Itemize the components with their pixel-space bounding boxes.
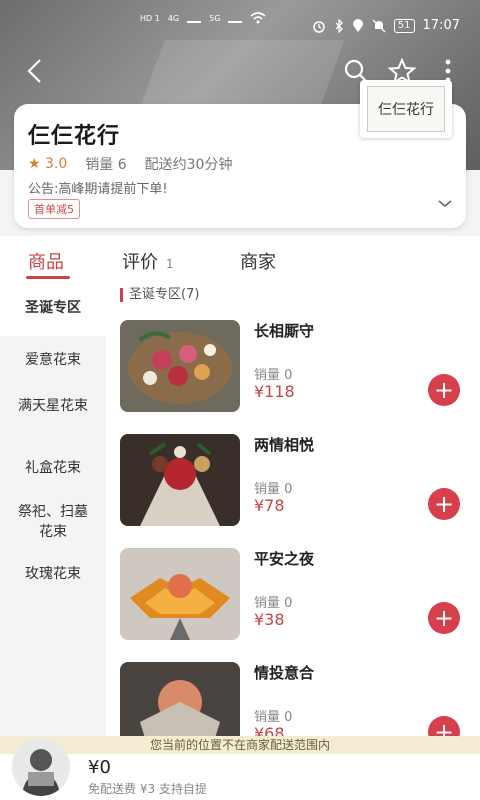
product-image: [120, 320, 240, 412]
back-button[interactable]: [18, 55, 50, 87]
tab-indicator: [26, 276, 70, 279]
location-icon: [352, 18, 363, 32]
product-image: [120, 548, 240, 640]
signal-icon-2: [228, 13, 243, 23]
status-bar: HD 1 4G 5G 51 17:07: [0, 0, 480, 40]
category-sidebar: 圣诞专区 爱意花束 满天星花束 礼盒花束 祭祀、扫墓花束 玫瑰花束: [0, 286, 106, 736]
tab-products-label: 商品: [28, 252, 64, 273]
product-item[interactable]: 两情相悦 销量 0 ¥78 +: [120, 434, 470, 530]
shop-logo: 仨仨花行: [360, 80, 452, 138]
tab-merchant[interactable]: 商家: [240, 248, 276, 274]
delivery-info: 免配送费 ¥3 支持自提: [88, 782, 207, 796]
network-5g: 5G: [209, 13, 221, 23]
chevron-down-icon: [438, 200, 452, 208]
product-sales: 销量 0: [254, 482, 293, 497]
cart-total: ¥0: [88, 757, 111, 778]
shop-name: 仨仨花行: [28, 124, 121, 149]
alarm-icon: [313, 20, 325, 33]
bluetooth-icon: [335, 18, 343, 33]
product-name: 长相厮守: [254, 322, 315, 340]
screen: HD 1 4G 5G 51 17:07 仨仨花行 ★ 3.0 销量 6 配送约3…: [0, 0, 480, 800]
plus-icon: +: [433, 490, 455, 518]
cart-button[interactable]: [12, 738, 70, 796]
tab-reviews[interactable]: 评价 1: [122, 248, 174, 274]
shop-rating: ★ 3.0: [28, 156, 67, 172]
product-sales: 销量 0: [254, 368, 293, 383]
product-price: ¥38: [254, 610, 285, 629]
promo-badge: 首单减5: [28, 199, 80, 219]
sidebar-item-rose[interactable]: 玫瑰花束: [0, 564, 106, 584]
shop-sales: 销量 6: [85, 157, 127, 173]
product-sales: 销量 0: [254, 710, 293, 725]
section-title: 圣诞专区(7): [120, 288, 199, 302]
sidebar-item-gift-box[interactable]: 礼盒花束: [0, 458, 106, 478]
product-image: [120, 434, 240, 526]
network-4g: 4G: [167, 13, 180, 23]
delivery-time: 配送约30分钟: [144, 157, 233, 173]
delivery-range-banner: 您当前的位置不在商家配送范围内: [0, 736, 480, 754]
product-name: 情投意合: [254, 664, 315, 682]
product-price: ¥118: [254, 382, 295, 401]
product-item[interactable]: 长相厮守 销量 0 ¥118 +: [120, 320, 470, 416]
shop-stats: ★ 3.0 销量 6 配送约30分钟: [28, 154, 232, 174]
mute-icon: [372, 19, 386, 32]
bottom-bar: ¥0 免配送费 ¥3 支持自提: [0, 738, 480, 800]
battery-indicator: 51: [393, 18, 415, 33]
plus-icon: +: [433, 604, 455, 632]
review-count: 1: [166, 257, 174, 271]
product-sales: 销量 0: [254, 596, 293, 611]
wifi-icon: [250, 12, 266, 24]
add-to-cart-button[interactable]: +: [428, 602, 460, 634]
tab-reviews-label: 评价: [122, 252, 158, 273]
plus-icon: +: [433, 376, 455, 404]
expand-button[interactable]: [438, 196, 452, 212]
tab-bar: 商品 评价 1 商家: [0, 236, 480, 286]
clock: 17:07: [422, 18, 460, 33]
rating-star-icon: ★: [28, 156, 41, 172]
product-list: 圣诞专区(7) 长相厮守 销量 0 ¥118 + 两情相悦 销量 0 ¥78 +…: [106, 286, 480, 754]
sidebar-item-memorial[interactable]: 祭祀、扫墓花束: [0, 502, 106, 542]
product-price: ¥78: [254, 496, 285, 515]
add-to-cart-button[interactable]: +: [428, 374, 460, 406]
sidebar-item-babys-breath[interactable]: 满天星花束: [0, 396, 106, 416]
product-name: 两情相悦: [254, 436, 315, 454]
shop-notice: 公告:高峰期请提前下单!: [28, 182, 168, 197]
status-right: 51 17:07: [312, 18, 460, 33]
add-to-cart-button[interactable]: +: [428, 488, 460, 520]
product-name: 平安之夜: [254, 550, 315, 568]
sidebar-item-christmas[interactable]: 圣诞专区: [0, 286, 106, 336]
hd-tag-1: HD 1: [140, 13, 160, 23]
signal-icon: [187, 13, 202, 23]
cart-icon: [22, 749, 60, 796]
status-left: HD 1 4G 5G: [140, 12, 266, 24]
product-item[interactable]: 平安之夜 销量 0 ¥38 +: [120, 548, 470, 644]
back-icon: [27, 59, 41, 83]
rating-value: 3.0: [45, 156, 68, 172]
tab-merchant-label: 商家: [240, 252, 276, 273]
shop-logo-text: 仨仨花行: [367, 86, 445, 132]
sidebar-item-love-bouquet[interactable]: 爱意花束: [0, 350, 106, 370]
tab-products[interactable]: 商品: [28, 248, 64, 274]
